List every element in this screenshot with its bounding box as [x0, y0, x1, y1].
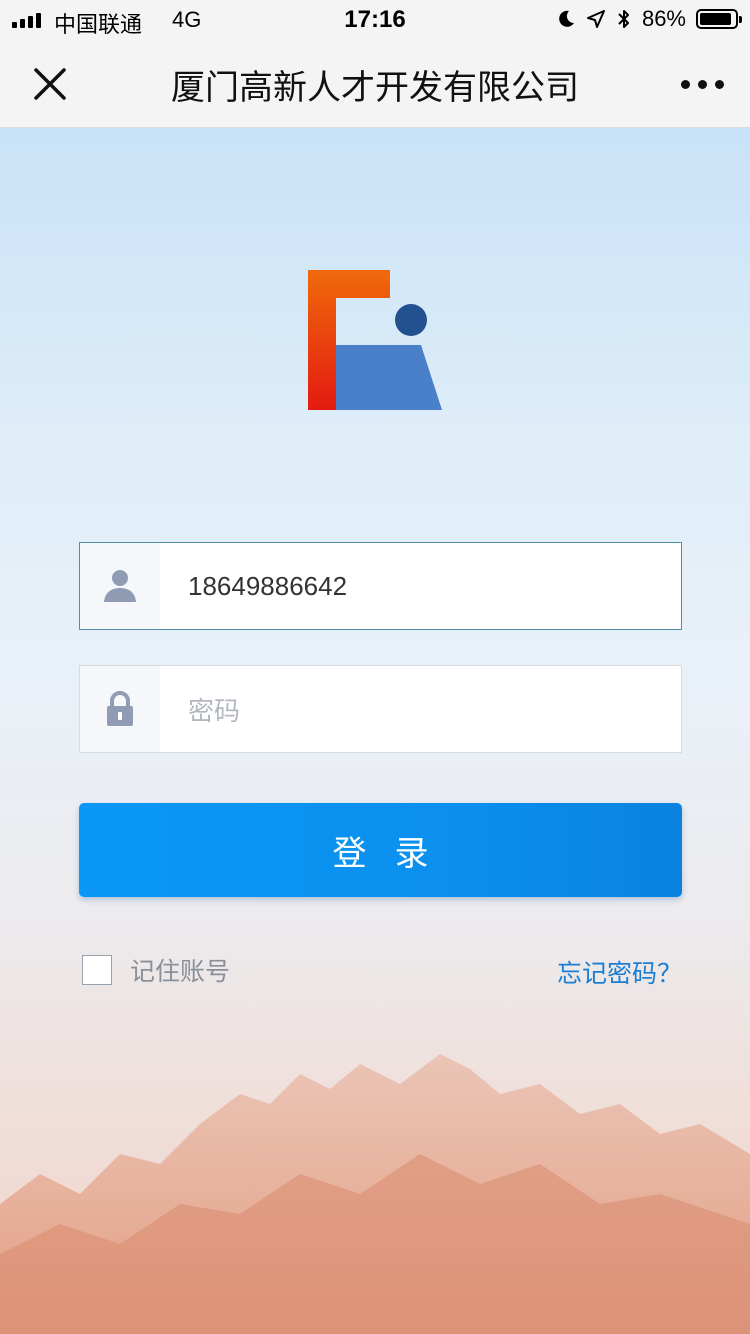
password-input[interactable]: 密码	[160, 666, 681, 752]
username-icon-box	[80, 543, 160, 629]
page-title: 厦门高新人才开发有限公司	[171, 68, 579, 108]
username-field[interactable]: 18649886642	[79, 542, 682, 630]
nav-bar: 厦门高新人才开发有限公司	[0, 40, 750, 128]
moon-icon	[559, 10, 574, 27]
remember-checkbox[interactable]	[82, 955, 112, 985]
user-icon	[104, 570, 136, 602]
password-field[interactable]: 密码	[79, 665, 682, 753]
remember-account[interactable]: 记住账号	[82, 952, 230, 988]
company-logo	[308, 270, 442, 410]
battery-icon	[696, 9, 742, 29]
login-page: 18649886642 密码 登录 记住账号 忘记密码？	[0, 128, 750, 1334]
bluetooth-icon	[618, 10, 629, 28]
lock-icon	[107, 691, 133, 726]
status-right: 86%	[556, 6, 742, 32]
login-button[interactable]: 登录	[79, 803, 682, 897]
forgot-password-link[interactable]: 忘记密码？	[557, 954, 682, 990]
status-bar: 中国联通 4G 17:16 86%	[0, 0, 750, 40]
password-icon-box	[80, 666, 160, 752]
remember-label: 记住账号	[130, 957, 231, 986]
location-icon	[586, 10, 605, 28]
username-input[interactable]: 18649886642	[160, 543, 681, 629]
battery-percent: 86%	[641, 6, 686, 31]
mountain-background	[0, 1054, 750, 1334]
more-icon[interactable]	[681, 80, 724, 89]
